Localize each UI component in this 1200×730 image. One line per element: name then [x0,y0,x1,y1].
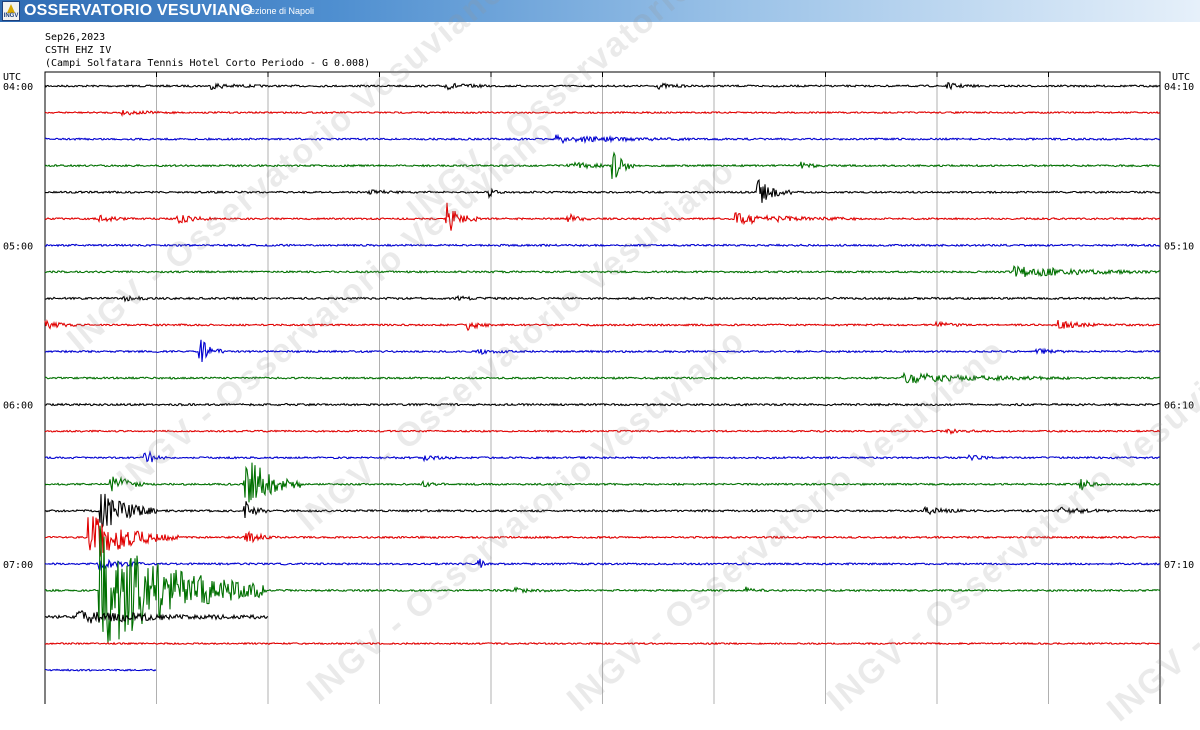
hour-label-left: 06:00 [3,401,33,412]
trace-line-22 [45,668,157,672]
hour-label-left: 07:00 [3,560,33,571]
hour-label-right: 05:10 [1164,241,1194,252]
hour-label-left: 04:00 [3,82,33,93]
hour-label-left: 05:00 [3,241,33,252]
helicorder-plot: UTC UTC04:0005:0006:0007:0004:1005:1006:1… [3,71,1194,704]
hour-label-right: 07:10 [1164,560,1194,571]
hour-label-right: 04:10 [1164,82,1194,93]
